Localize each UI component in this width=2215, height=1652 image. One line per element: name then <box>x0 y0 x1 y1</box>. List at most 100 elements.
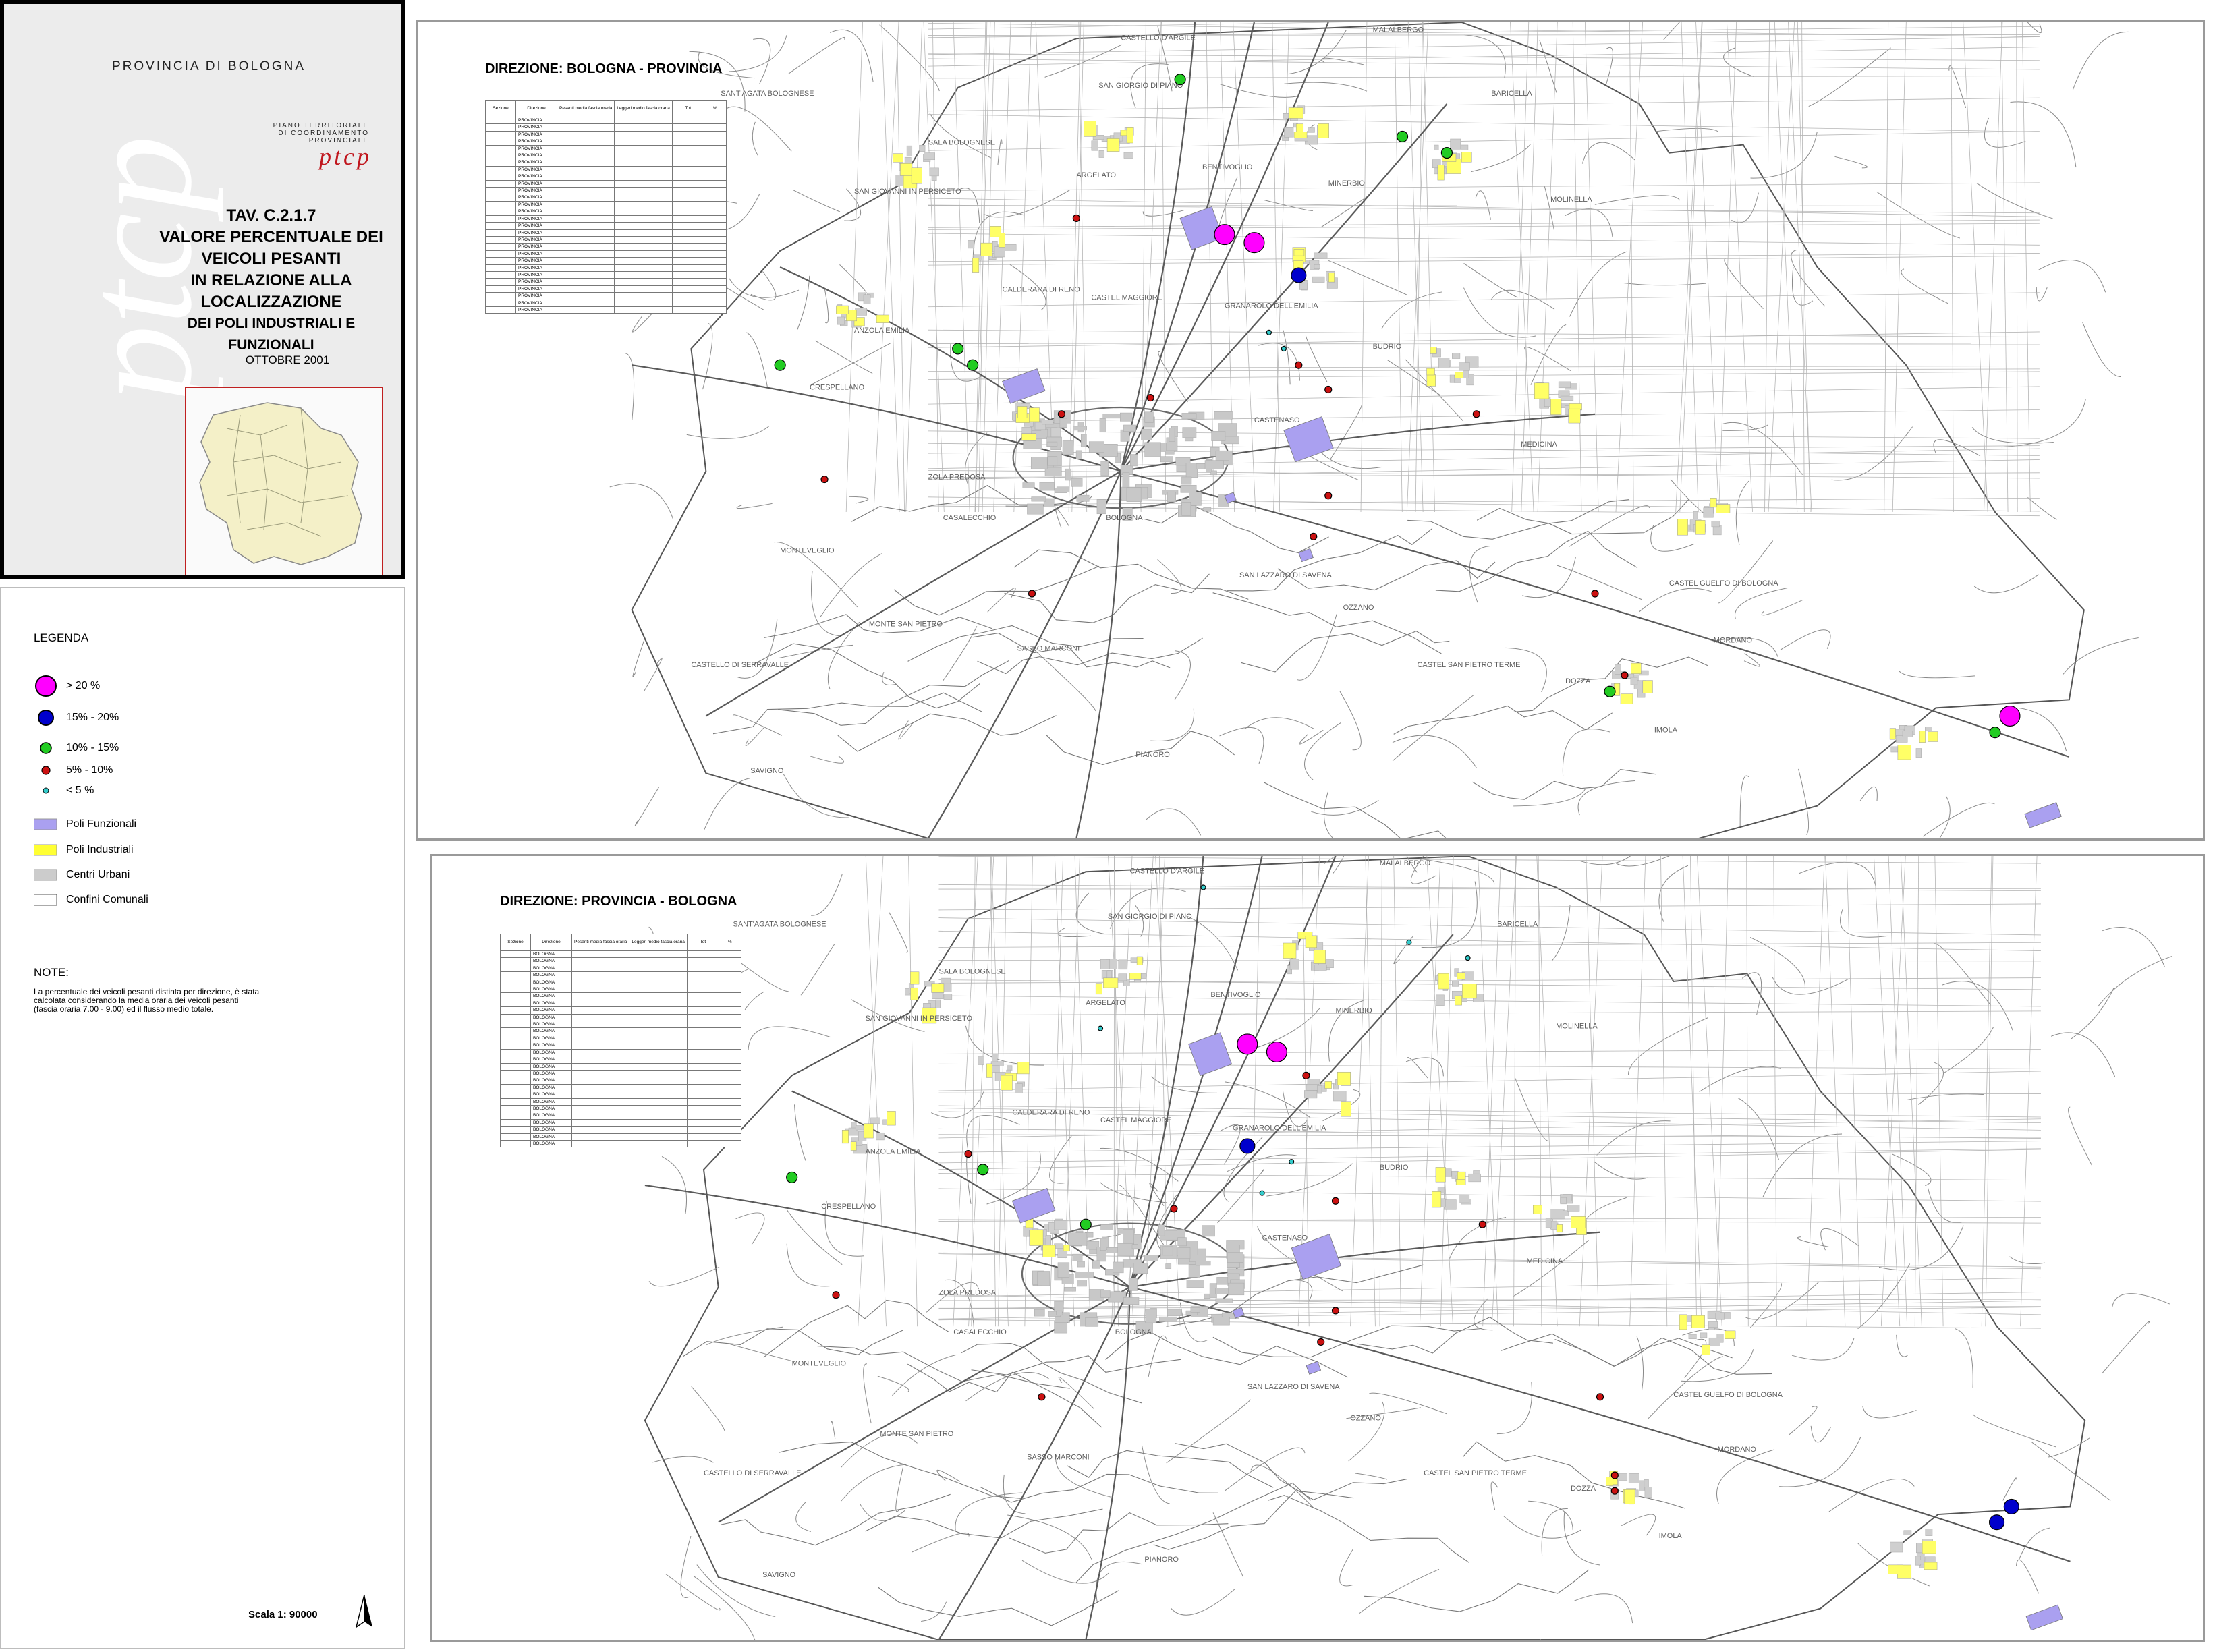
sections-table: Sezione Direzione Pesanti media fascia o… <box>500 934 741 1148</box>
table-row: PROVINCIA <box>485 292 727 300</box>
place-label: SASSO MARCONI <box>1027 1454 1090 1462</box>
traffic-station-marker <box>1200 884 1206 890</box>
traffic-station-marker <box>1057 410 1065 418</box>
table-row: BOLOGNA <box>500 1118 741 1127</box>
place-label: CASTELLO DI SERRAVALLE <box>704 1469 801 1477</box>
place-label: MALALBERGO <box>1373 26 1424 34</box>
table-row: PROVINCIA <box>485 187 727 195</box>
traffic-station-marker <box>820 476 829 484</box>
place-label: CASTEL MAGGIORE <box>1091 293 1162 302</box>
legend-item-over-20: > 20 % <box>34 675 100 697</box>
traffic-station-marker <box>1989 727 2001 739</box>
place-label: SASSO MARCONI <box>1017 645 1080 653</box>
place-label: CRESPELLANO <box>821 1203 876 1211</box>
table-row: PROVINCIA <box>485 285 727 293</box>
table-row: BOLOGNA <box>500 1006 741 1015</box>
table-row: BOLOGNA <box>500 1034 741 1043</box>
legend-item-15-20: 15% - 20% <box>34 708 119 728</box>
traffic-station-marker <box>1214 224 1235 246</box>
traffic-station-marker <box>1239 1138 1256 1154</box>
table-row: BOLOGNA <box>500 1069 741 1078</box>
traffic-station-marker <box>1396 130 1409 142</box>
traffic-station-marker <box>1310 532 1318 540</box>
traffic-station-marker <box>1281 345 1287 352</box>
traffic-station-marker <box>1465 955 1471 961</box>
legend-item-confini-comunali: Confini Comunali <box>34 890 148 910</box>
place-label: CALDERARA DI RENO <box>1003 285 1080 293</box>
place-label: BOLOGNA <box>1106 514 1143 522</box>
place-label: GRANAROLO DELL'EMILIA <box>1225 302 1318 310</box>
place-label: CASTEL SAN PIETRO TERME <box>1424 1469 1527 1477</box>
place-label: BARICELLA <box>1491 90 1532 98</box>
traffic-station-marker <box>1080 1218 1092 1230</box>
traffic-station-marker <box>1170 1205 1178 1213</box>
table-row: PROVINCIA <box>485 179 727 188</box>
table-row: PROVINCIA <box>485 200 727 209</box>
place-label: OZZANO <box>1343 604 1374 612</box>
traffic-station-marker <box>1266 1041 1287 1063</box>
map-bologna-provincia: CASTELLO D'ARGILE MALALBERGO BARICELLA SANT… <box>416 20 2205 841</box>
table-row: BOLOGNA <box>500 1126 741 1134</box>
place-label: MONTE SAN PIETRO <box>869 620 943 628</box>
traffic-station-marker <box>1440 147 1453 159</box>
table-row: PROVINCIA <box>485 194 727 202</box>
traffic-station-marker <box>1266 329 1272 335</box>
table-row: PROVINCIA <box>485 208 727 216</box>
place-label: SAN LAZZARO DI SAVENA <box>1239 571 1333 579</box>
map-provincia-bologna: CASTELLO D'ARGILE MALALBERGO BARICELLA SANT… <box>430 854 2205 1642</box>
table-row: BOLOGNA <box>500 978 741 987</box>
title-panel: ptcp PROVINCIA DI BOLOGNA PIANO TERRITOR… <box>0 0 405 579</box>
table-row: PROVINCIA <box>485 270 727 279</box>
traffic-station-marker <box>1259 1190 1265 1196</box>
place-label: MINERBIO <box>1336 1006 1372 1015</box>
place-label: CASTEL GUELFO DI BOLOGNA <box>1673 1391 1783 1399</box>
place-label: SANT'AGATA BOLOGNESE <box>733 921 826 929</box>
traffic-station-marker <box>977 1164 989 1176</box>
table-row: BOLOGNA <box>500 1021 741 1029</box>
sections-table: Sezione Direzione Pesanti media fascia o… <box>485 100 727 314</box>
table-row: BOLOGNA <box>500 1062 741 1071</box>
place-label: SAVIGNO <box>762 1571 795 1579</box>
table-row: PROVINCIA <box>485 250 727 258</box>
place-label: GRANAROLO DELL'EMILIA <box>1233 1124 1326 1133</box>
traffic-station-marker <box>1324 492 1333 500</box>
place-label: MEDICINA <box>1521 440 1557 449</box>
traffic-station-marker <box>774 359 786 371</box>
table-row: PROVINCIA <box>485 123 727 132</box>
scale-label: Scala 1: 90000 <box>248 1609 318 1620</box>
place-label: ANZOLA EMILIA <box>866 1148 922 1156</box>
place-label: ANZOLA EMILIA <box>854 326 910 335</box>
place-label: OZZANO <box>1350 1415 1381 1423</box>
place-label: PIANORO <box>1144 1556 1179 1564</box>
table-row: PROVINCIA <box>485 173 727 181</box>
traffic-station-marker <box>1621 671 1629 679</box>
table-row: PROVINCIA <box>485 138 727 146</box>
inset-map <box>185 387 383 575</box>
place-label: SAVIGNO <box>750 767 783 775</box>
table-row: BOLOGNA <box>500 964 741 973</box>
table-row: PROVINCIA <box>485 229 727 237</box>
table-row: PROVINCIA <box>485 165 727 174</box>
table-row: PROVINCIA <box>485 257 727 265</box>
table-row: BOLOGNA <box>500 1042 741 1050</box>
north-arrow-icon <box>351 1593 378 1637</box>
table-row: PROVINCIA <box>485 264 727 272</box>
traffic-station-marker <box>1146 394 1154 402</box>
table-row: PROVINCIA <box>485 243 727 251</box>
inset-map-svg <box>199 402 362 565</box>
place-label: MALALBERGO <box>1380 859 1430 867</box>
traffic-station-marker <box>1289 1159 1295 1165</box>
place-label: BENTIVOGLIO <box>1210 991 1260 999</box>
traffic-station-marker <box>832 1291 840 1299</box>
place-label: SAN GIOVANNI IN PERSICETO <box>866 1015 972 1023</box>
traffic-station-marker <box>1596 1393 1604 1401</box>
table-row: BOLOGNA <box>500 1056 741 1064</box>
table-row: BOLOGNA <box>500 1104 741 1113</box>
place-label: SAN LAZZARO DI SAVENA <box>1247 1383 1340 1391</box>
table-row: PROVINCIA <box>485 278 727 286</box>
table-row: PROVINCIA <box>485 299 727 307</box>
map-title: TAV. C.2.1.7 VALORE PERCENTUALE DEI VEIC… <box>159 206 383 353</box>
table-row: BOLOGNA <box>500 1048 741 1057</box>
traffic-station-marker <box>1302 1071 1310 1079</box>
place-label: MORDANO <box>1718 1446 1756 1454</box>
